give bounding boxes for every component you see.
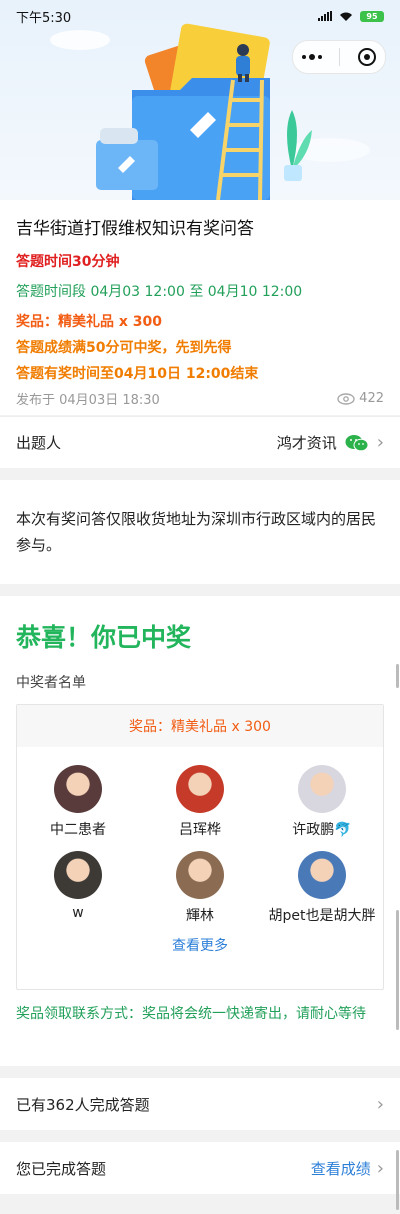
view-score-text: 查看成绩 bbox=[310, 1159, 371, 1178]
winner-item: 吕珲桦 bbox=[139, 765, 261, 841]
winner-avatar bbox=[176, 851, 224, 899]
view-count-value: 422 bbox=[359, 391, 384, 406]
view-score-link[interactable]: 查看成绩 › bbox=[311, 1158, 384, 1179]
eligibility-notice: 本次有奖问答仅限收货地址为深圳市行政区域内的居民参与。 bbox=[0, 480, 400, 584]
winner-item: 輝林 bbox=[139, 851, 261, 927]
chevron-right-icon: › bbox=[376, 432, 384, 453]
winner-name: w bbox=[72, 905, 84, 921]
quiz-info-card: 吉华街道打假维权知识有奖问答 答题时间30分钟 答题时间段 04月03 12:0… bbox=[0, 200, 400, 415]
quiz-title: 吉华街道打假维权知识有奖问答 bbox=[16, 219, 254, 239]
prize-header: 奖品：精美礼品 x 300 bbox=[17, 705, 383, 747]
winner-item: w bbox=[17, 851, 139, 927]
winner-section: 恭喜！你已中奖 中奖者名单 奖品：精美礼品 x 300 中二患者 吕珲桦 许政鹏🐬 w… bbox=[0, 596, 400, 1066]
wifi-icon bbox=[338, 10, 354, 22]
author-row[interactable]: 出题人 鸿才资讯 › bbox=[0, 416, 400, 468]
congrats-heading: 恭喜！你已中奖 bbox=[16, 623, 192, 652]
my-result-label: 您已完成答题 bbox=[16, 1159, 107, 1178]
eye-icon bbox=[337, 392, 355, 405]
time-limit: 答题时间30分钟 bbox=[16, 254, 120, 270]
winner-item: 胡pet也是胡大胖 bbox=[261, 851, 383, 927]
winner-item: 许政鹏🐬 bbox=[261, 765, 383, 841]
see-more-link[interactable]: 查看更多 bbox=[17, 935, 383, 955]
winner-avatar bbox=[176, 765, 224, 813]
miniprogram-capsule[interactable] bbox=[292, 40, 386, 74]
winner-avatar bbox=[298, 851, 346, 899]
capsule-divider bbox=[339, 48, 341, 66]
completed-count-row[interactable]: 已有362人完成答题 › bbox=[0, 1078, 400, 1130]
meta-row: 发布于 04月03日 18:30 422 bbox=[16, 389, 384, 408]
close-miniprogram-icon[interactable] bbox=[358, 48, 377, 66]
my-result-row[interactable]: 您已完成答题 查看成绩 › bbox=[0, 1142, 400, 1194]
winner-name: 吕珲桦 bbox=[179, 822, 221, 838]
winner-list-box: 奖品：精美礼品 x 300 中二患者 吕珲桦 许政鹏🐬 w 輝林 胡pet也是胡大胖 查看… bbox=[16, 704, 384, 990]
battery-icon: 95 bbox=[360, 10, 384, 22]
winner-grid: 中二患者 吕珲桦 许政鹏🐬 w 輝林 胡pet也是胡大胖 bbox=[17, 747, 383, 927]
winner-avatar bbox=[54, 851, 102, 899]
more-icon[interactable] bbox=[301, 54, 322, 60]
wechat-icon bbox=[345, 434, 369, 451]
scrollbar-thumb[interactable] bbox=[396, 664, 399, 688]
author-name: 鸿才资讯 bbox=[276, 434, 337, 452]
prize-info: 奖品：精美礼品 x 300 bbox=[16, 314, 163, 330]
completed-count-label: 已有362人完成答题 bbox=[16, 1095, 150, 1114]
chevron-right-icon: › bbox=[376, 1157, 384, 1179]
prize-deadline: 答题有奖时间至04月10日 12:00结束 bbox=[16, 366, 259, 382]
author-label: 出题人 bbox=[16, 434, 62, 452]
signal-icon bbox=[318, 11, 332, 21]
scrollbar-segment bbox=[396, 1150, 399, 1210]
view-count: 422 bbox=[337, 389, 384, 408]
contact-info: 奖品领取联系方式：奖品将会统一快递寄出，请耐心等待 bbox=[16, 1006, 366, 1022]
winner-name: 胡pet也是胡大胖 bbox=[268, 908, 376, 924]
status-time: 下午5:30 bbox=[16, 10, 72, 26]
winner-name: 中二患者 bbox=[50, 822, 106, 838]
winner-item: 中二患者 bbox=[17, 765, 139, 841]
winner-name: 輝林 bbox=[186, 908, 214, 924]
answer-period: 答题时间段 04月03 12:00 至 04月10 12:00 bbox=[16, 284, 303, 300]
prize-rule: 答题成绩满50分可中奖，先到先得 bbox=[16, 340, 232, 356]
status-bar: 下午5:30 95 bbox=[0, 0, 400, 32]
chevron-right-icon: › bbox=[376, 1093, 384, 1115]
winner-list-title: 中奖者名单 bbox=[16, 675, 86, 691]
winner-avatar bbox=[54, 765, 102, 813]
winner-avatar bbox=[298, 765, 346, 813]
publish-time: 发布于 04月03日 18:30 bbox=[16, 393, 160, 408]
winner-name: 许政鹏🐬 bbox=[292, 822, 352, 838]
scrollbar-track bbox=[396, 910, 399, 1030]
